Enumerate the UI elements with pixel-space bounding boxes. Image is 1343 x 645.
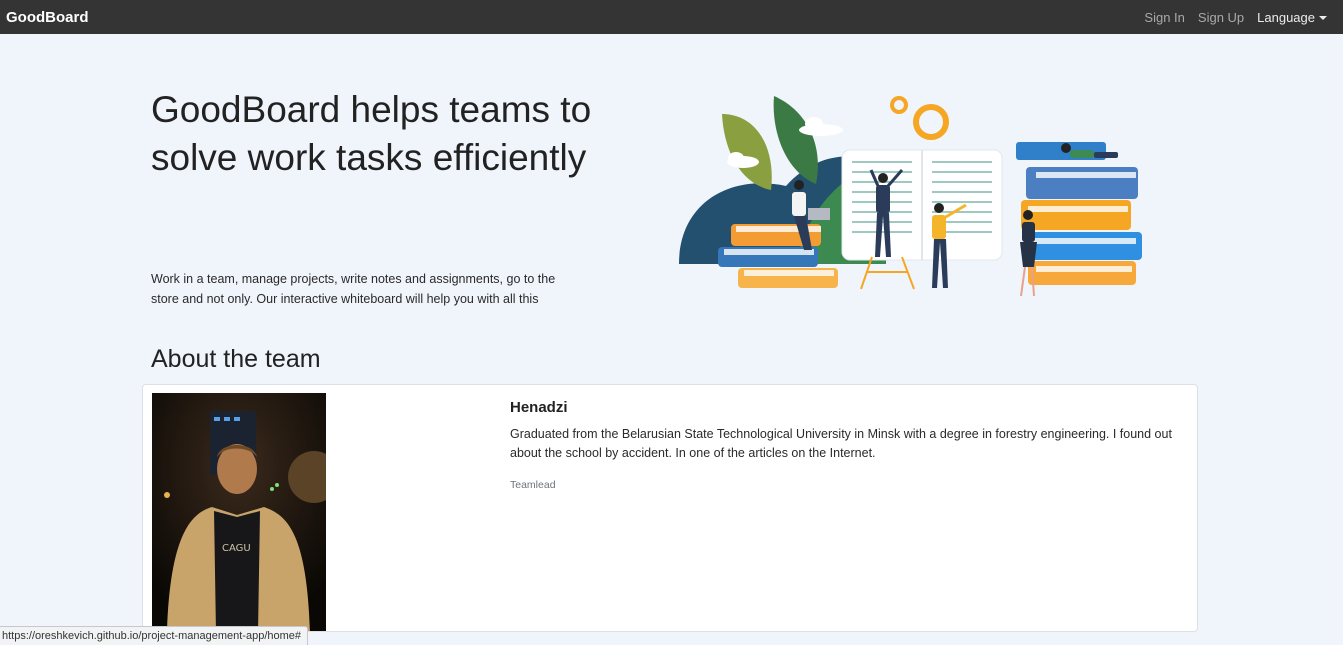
hero-title: GoodBoard helps teams to solve work task… [151, 89, 592, 178]
team-member-card: CAGU Henadzi Graduated from the Belarusi… [142, 384, 1198, 632]
language-label: Language [1257, 9, 1315, 25]
svg-text:CAGU: CAGU [222, 543, 251, 554]
brand-logo[interactable]: GoodBoard [6, 9, 89, 26]
sign-up-link[interactable]: Sign Up [1198, 10, 1244, 25]
team-books-illustration [676, 92, 1146, 302]
chevron-down-icon [1319, 15, 1327, 20]
sign-in-link[interactable]: Sign In [1144, 10, 1184, 25]
nav-links: Sign In Sign Up Language [1144, 10, 1337, 25]
member-photo: CAGU [152, 393, 326, 631]
top-navbar: GoodBoard Sign In Sign Up Language [0, 0, 1343, 34]
member-bio: Graduated from the Belarusian State Tech… [510, 427, 1172, 460]
member-name: Henadzi [510, 399, 568, 416]
about-team-title: About the team [151, 345, 321, 373]
hero-description: Work in a team, manage projects, write n… [151, 272, 556, 306]
language-dropdown[interactable]: Language [1257, 10, 1327, 25]
member-role: Teamlead [510, 479, 556, 491]
link-status-bar: https://oreshkevich.github.io/project-ma… [0, 626, 309, 645]
